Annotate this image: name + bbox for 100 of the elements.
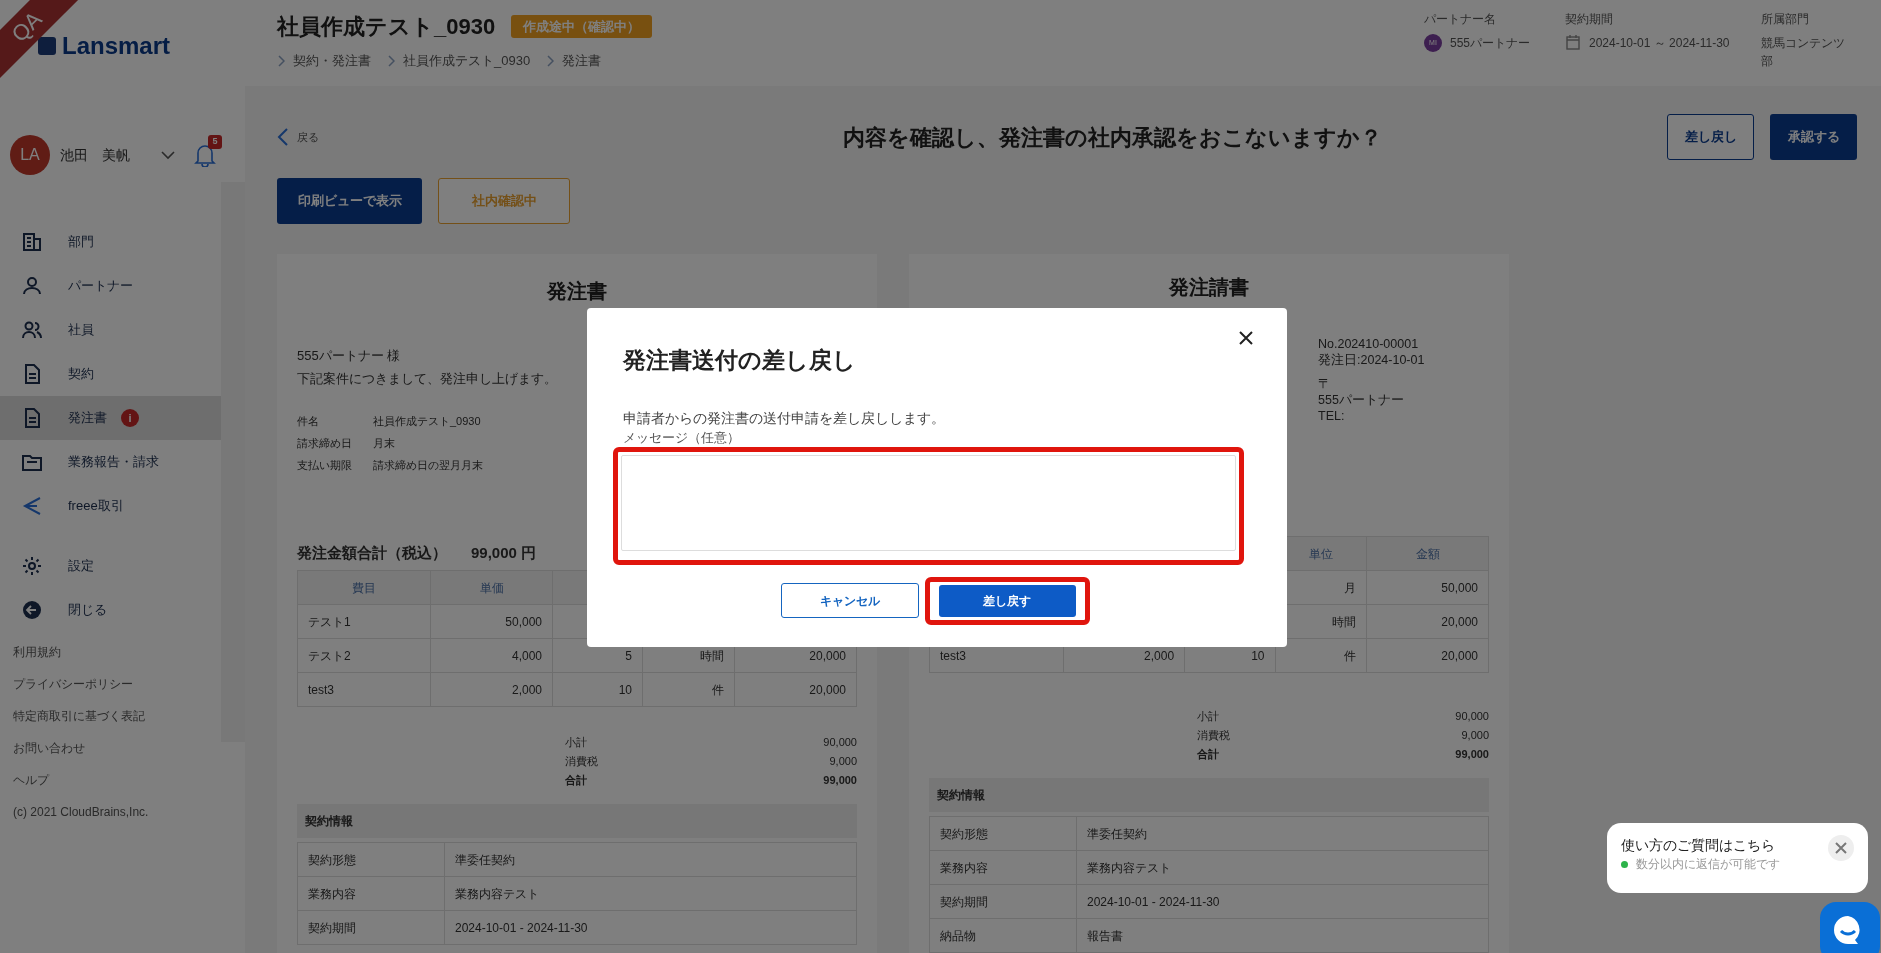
table-cell: 2,000: [430, 672, 553, 707]
document-info-line: 〒: [1318, 376, 1332, 392]
info-value: 2024-10-01 ～ 2024-11-30: [1589, 35, 1730, 52]
nav-item[interactable]: freee取引: [0, 484, 221, 528]
table-cell: 契約形態: [929, 816, 1077, 851]
reject-button[interactable]: 差し戻し: [1667, 114, 1754, 160]
table-cell: 20,000: [1366, 638, 1489, 673]
nav-item[interactable]: 閉じる: [0, 588, 221, 632]
table-cell: 準委任契約: [444, 842, 857, 877]
chevron-down-icon[interactable]: [160, 150, 176, 160]
column-header: 費目: [297, 570, 431, 605]
info-value: 競馬コンテンツ部: [1761, 35, 1846, 70]
breadcrumb-link[interactable]: 社員作成テスト_0930: [403, 51, 531, 71]
message-field[interactable]: [621, 455, 1236, 552]
document-info-line: TEL:: [1318, 408, 1346, 424]
total-label: 発注金額合計（税込）: [297, 543, 447, 564]
summary-value: 9,000: [829, 754, 857, 770]
notification-badge: 5: [208, 135, 222, 149]
copyright: (c) 2021 CloudBrains,Inc.: [12, 804, 150, 821]
table-cell: 2024-10-01 - 2024-11-30: [1076, 884, 1489, 919]
table-cell: 報告書: [1076, 918, 1489, 953]
approve-button[interactable]: 承認する: [1770, 114, 1857, 160]
document-info-line: 555パートナー: [1318, 392, 1405, 408]
summary-value: 99,000: [823, 773, 857, 789]
building-icon: [22, 232, 42, 252]
calendar-icon: [1565, 34, 1581, 50]
nav-item[interactable]: 部門: [0, 220, 221, 264]
table-cell: 納品物: [929, 918, 1077, 953]
document-title: 発注書: [547, 280, 607, 302]
document-icon: [22, 408, 42, 428]
summary-value: 90,000: [823, 735, 857, 751]
info-label: パートナー名: [1424, 11, 1497, 28]
chevron-right-icon: [277, 54, 285, 67]
nav-item[interactable]: 社員: [0, 308, 221, 352]
table-cell: 4,000: [430, 638, 553, 673]
table-cell: 10: [552, 672, 643, 707]
chat-title: 使い方のご質問はこちら: [1621, 836, 1775, 855]
document-info-line: No.202410-00001: [1318, 336, 1420, 352]
user-avatar[interactable]: LA: [10, 135, 50, 175]
column-header: 単価: [430, 570, 553, 605]
summary-label: 小計: [565, 735, 587, 751]
info-label: 契約期間: [1565, 11, 1614, 28]
total-amount: 99,000 円: [471, 543, 537, 564]
field-label: 請求締め日: [297, 436, 353, 451]
user-name: 池田 美帆: [60, 145, 131, 165]
folder-icon: [22, 452, 42, 472]
table-cell: テスト2: [297, 638, 431, 673]
page-title: 社員作成テスト_0930: [277, 13, 496, 41]
chevron-left-icon: [277, 128, 289, 146]
table-cell: 2024-10-01 - 2024-11-30: [444, 910, 857, 945]
field-value: 請求締め日の翌月月末: [373, 458, 483, 473]
field-label: 件名: [297, 414, 320, 429]
summary-value: 90,000: [1455, 709, 1489, 724]
field-value: 社員作成テスト_0930: [373, 414, 481, 429]
table-cell: 契約形態: [297, 842, 445, 877]
section-heading: 契約情報: [297, 804, 857, 839]
people-icon: [22, 320, 42, 340]
footer-link[interactable]: ヘルプ: [0, 764, 245, 796]
table-cell: 件: [642, 672, 735, 707]
document-title: 発注請書: [1169, 276, 1249, 298]
summary-value: 9,000: [1461, 728, 1489, 743]
bell-icon[interactable]: [194, 143, 216, 167]
info-label: 所属部門: [1761, 11, 1810, 28]
nav-item[interactable]: パートナー: [0, 264, 221, 308]
summary-value: 99,000: [1455, 747, 1489, 762]
table-cell: 契約期間: [929, 884, 1077, 919]
return-button[interactable]: 差し戻す: [938, 584, 1076, 617]
dialog-description: 申請者からの発注書の送付申請を差し戻しします。: [623, 408, 946, 428]
table-cell: test3: [297, 672, 431, 707]
summary-label: 消費税: [565, 754, 598, 770]
column-header: 金額: [1366, 536, 1489, 571]
chat-bubble[interactable]: 使い方のご質問はこちら 数分以内に返信が可能です: [1607, 823, 1868, 893]
nav-item[interactable]: 設定: [0, 544, 221, 588]
table-cell: テスト1: [297, 604, 431, 639]
table-cell: 業務内容テスト: [444, 876, 857, 911]
chat-status: 数分以内に返信が可能です: [1636, 856, 1780, 873]
close-icon[interactable]: [1238, 330, 1254, 346]
document-icon: [22, 364, 42, 384]
nav-item[interactable]: 契約: [0, 352, 221, 396]
breadcrumb-link[interactable]: 発注書: [562, 51, 602, 71]
cancel-button[interactable]: キャンセル: [780, 583, 919, 619]
dialog-title: 発注書送付の差し戻し: [623, 346, 857, 375]
info-badge: i: [121, 409, 139, 427]
summary-label: 消費税: [1197, 728, 1230, 743]
field-label: 支払い期限: [297, 458, 353, 473]
logo: Lansmart: [62, 31, 171, 61]
summary-label: 小計: [1197, 709, 1219, 724]
print-view-button[interactable]: 印刷ビューで表示: [277, 178, 422, 224]
info-value: 555パートナー: [1450, 35, 1531, 52]
table-cell: 業務内容テスト: [1076, 850, 1489, 885]
summary-label: 合計: [1197, 747, 1219, 762]
table-cell: 契約期間: [297, 910, 445, 945]
chat-launcher-button[interactable]: [1820, 902, 1880, 953]
back-link[interactable]: 戻る: [277, 128, 397, 146]
status-badge: 作成途中（確認中）: [511, 14, 653, 39]
arrow-icon: [22, 496, 42, 516]
nav-item[interactable]: 業務報告・請求: [0, 440, 221, 484]
gear-icon: [22, 556, 42, 576]
nav-item[interactable]: 発注書 i: [0, 396, 221, 440]
breadcrumb-link[interactable]: 契約・発注書: [293, 51, 371, 71]
